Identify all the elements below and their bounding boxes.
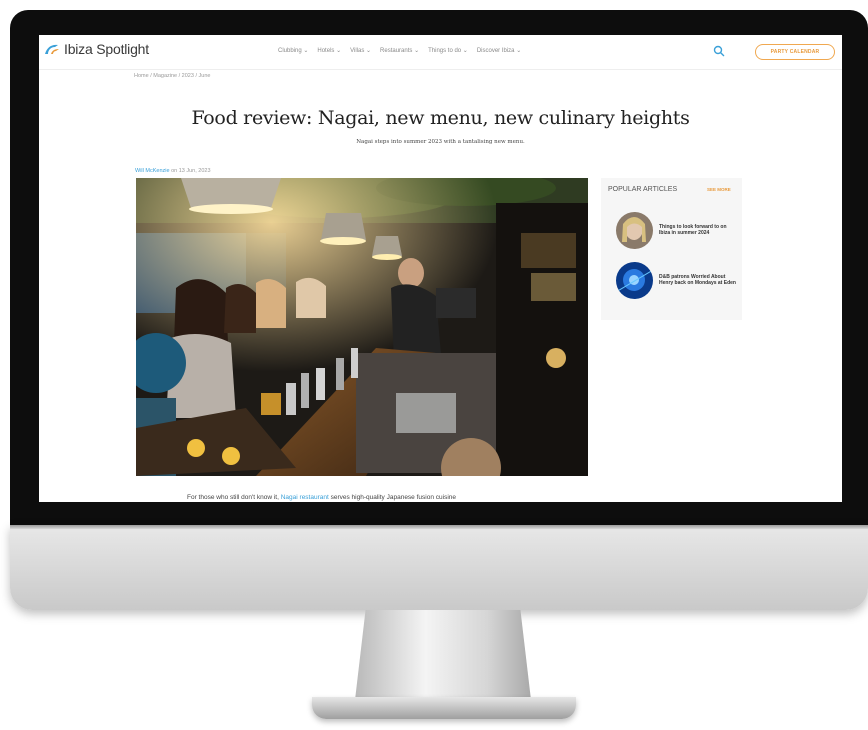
hero-image <box>136 178 588 476</box>
monitor-screen: Ibiza Spotlight Clubbing ⌄ Hotels ⌄ Vill… <box>39 35 842 502</box>
article-subtitle: Nagai steps into summer 2023 with a tant… <box>356 139 525 145</box>
popular-article-item[interactable]: D&B patrons Worried About Henry back on … <box>616 261 736 299</box>
nagai-link[interactable]: Nagai restaurant <box>281 494 329 501</box>
publish-date: on 13 Jun, 2023 <box>171 168 211 174</box>
breadcrumb[interactable]: Home / Magazine / 2023 / June <box>134 73 210 79</box>
monitor-stand-neck <box>355 610 531 700</box>
logo-text: Ibiza Spotlight <box>64 41 149 57</box>
logo-wave-icon <box>45 44 59 54</box>
nav-villas[interactable]: Villas ⌄ <box>350 47 371 54</box>
see-more-link[interactable]: SEE MORE <box>707 187 731 192</box>
restaurant-bar-photo <box>136 178 588 476</box>
party-calendar-button[interactable]: PARTY CALENDAR <box>755 44 835 60</box>
nav-discover-ibiza[interactable]: Discover Ibiza ⌄ <box>477 47 521 54</box>
author-link[interactable]: Will McKenzie <box>135 168 170 174</box>
popular-article-item[interactable]: Things to look forward to on Ibiza in su… <box>616 211 736 249</box>
nav-clubbing[interactable]: Clubbing ⌄ <box>278 47 308 54</box>
nav-hotels[interactable]: Hotels ⌄ <box>317 47 341 54</box>
search-icon[interactable] <box>713 45 725 57</box>
site-logo[interactable]: Ibiza Spotlight <box>44 41 149 57</box>
popular-article-title: Things to look forward to on Ibiza in su… <box>659 224 727 236</box>
popular-articles-panel: POPULAR ARTICLES SEE MORE Things to look… <box>601 178 742 320</box>
nav-things-to-do[interactable]: Things to do ⌄ <box>428 47 468 54</box>
chin-edge <box>10 525 868 529</box>
monitor-chin <box>10 525 868 610</box>
nav-restaurants[interactable]: Restaurants ⌄ <box>380 47 419 54</box>
article-byline: Will McKenzie on 13 Jun, 2023 <box>135 168 211 174</box>
main-nav: Clubbing ⌄ Hotels ⌄ Villas ⌄ Restaurants… <box>278 47 521 54</box>
popular-article-title: D&B patrons Worried About Henry back on … <box>659 274 736 286</box>
article-title: Food review: Nagai, new menu, new culina… <box>191 107 690 129</box>
article-thumbnail <box>616 261 653 299</box>
monitor-stand-foot <box>312 697 576 719</box>
popular-articles-heading: POPULAR ARTICLES <box>608 186 678 193</box>
article-thumbnail <box>616 211 653 249</box>
article-body: For those who still don't know it, Nagai… <box>187 494 456 501</box>
site-header: Ibiza Spotlight Clubbing ⌄ Hotels ⌄ Vill… <box>39 35 842 70</box>
